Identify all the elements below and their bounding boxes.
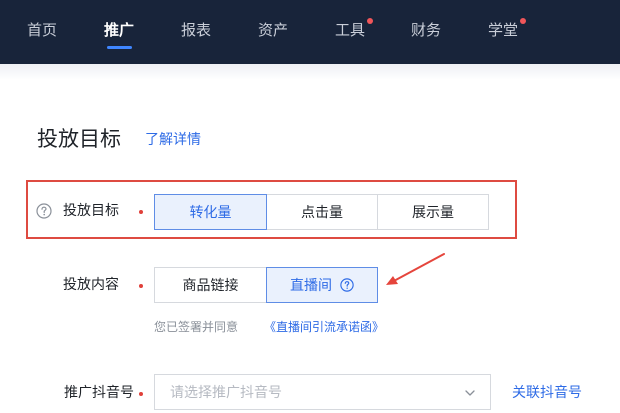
top-navigation: 首页 推广 报表 资产 工具 财务 学堂 [0,0,620,64]
chevron-down-icon [465,390,475,396]
arrow-annotation-icon [386,253,445,285]
content-option-label: 直播间 [290,278,332,294]
nav-item-reports[interactable]: 报表 [181,19,211,41]
goal-option-conversions[interactable]: 转化量 [154,194,267,230]
content-option-product-link[interactable]: 商品链接 [154,267,267,303]
douyin-required-marker [139,392,143,396]
agreement-text: 您已签署并同意 [154,320,239,334]
nav-item-home[interactable]: 首页 [27,19,57,41]
nav-item-promotion[interactable]: 推广 [104,19,134,41]
goal-label: 投放目标 [63,203,119,219]
tools-notification-dot [367,18,373,24]
nav-item-academy[interactable]: 学堂 [488,19,518,41]
section-title: 投放目标 [37,127,121,151]
question-circle-icon[interactable] [36,203,52,219]
content-required-marker [139,284,143,288]
nav-item-assets[interactable]: 资产 [258,19,288,41]
nav-shadow [0,64,620,80]
goal-option-label: 点击量 [301,205,343,221]
content-label: 投放内容 [63,277,119,293]
learn-more-link[interactable]: 了解详情 [145,130,201,150]
goal-option-label: 转化量 [189,205,232,221]
douyin-account-select[interactable]: 请选择推广抖音号 [154,374,491,410]
goal-required-marker [139,210,143,214]
select-placeholder: 请选择推广抖音号 [170,385,282,401]
nav-item-tools[interactable]: 工具 [335,19,365,41]
goal-option-label: 展示量 [412,205,454,221]
nav-item-finance[interactable]: 财务 [411,19,441,41]
nav-active-indicator [107,46,132,49]
douyin-label: 推广抖音号 [64,385,134,401]
agreement-link[interactable]: 《直播间引流承诺函》 [264,318,384,336]
content-option-live-room[interactable]: 直播间 [266,267,378,303]
goal-option-clicks[interactable]: 点击量 [266,194,378,230]
question-circle-icon[interactable] [340,278,354,292]
content-option-label: 商品链接 [182,278,239,294]
goal-option-impressions[interactable]: 展示量 [377,194,489,230]
academy-notification-dot [520,18,526,24]
link-douyin-account[interactable]: 关联抖音号 [512,383,582,403]
